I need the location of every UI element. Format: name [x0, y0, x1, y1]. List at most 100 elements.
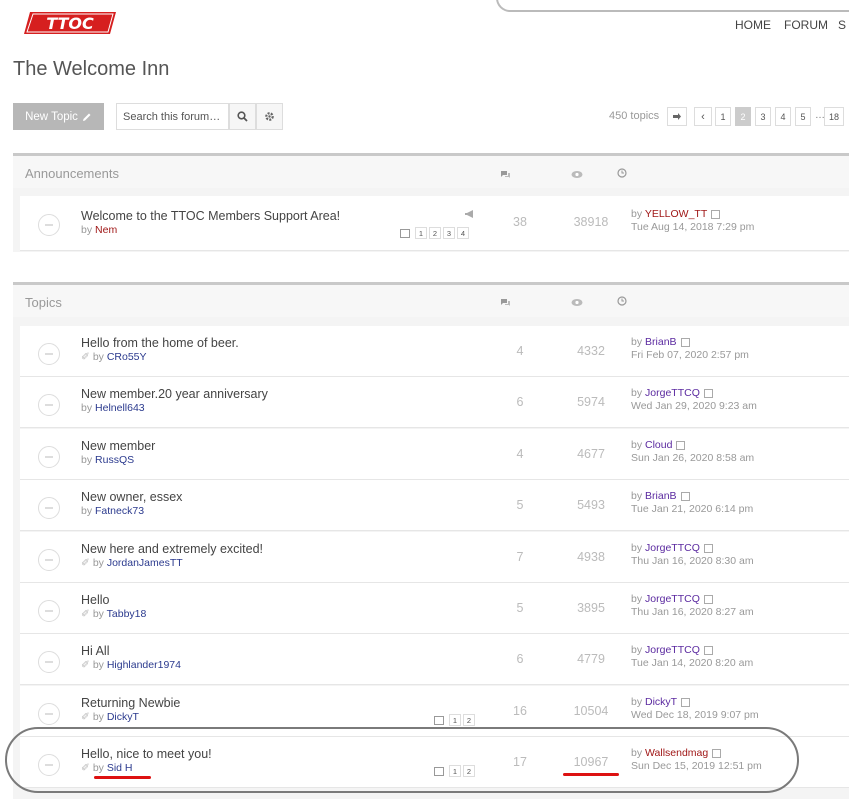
highlight-annotation — [5, 727, 799, 793]
goto-last-post-icon[interactable] — [676, 440, 686, 450]
topic-title-link[interactable]: Welcome to the TTOC Members Support Area… — [81, 209, 340, 223]
megaphone-icon — [465, 210, 473, 218]
replies-icon — [501, 299, 510, 306]
mini-page-link[interactable]: 2 — [463, 714, 475, 726]
replies-icon — [501, 171, 510, 178]
topic-read-icon — [38, 394, 60, 416]
last-post-info: by JorgeTTCQ Tue Jan 14, 2020 8:20 am — [631, 644, 753, 670]
topic-byline: ✐ by DickyT — [81, 711, 139, 723]
topic-author-link[interactable]: JordanJamesTT — [107, 557, 183, 569]
topic-mini-pagination: 12 — [434, 714, 475, 726]
mini-page-link[interactable]: 3 — [443, 227, 455, 239]
page-link[interactable]: 4 — [775, 107, 791, 126]
jump-to-page-button[interactable] — [667, 107, 687, 126]
goto-last-post-icon[interactable] — [680, 491, 690, 501]
mini-page-link[interactable]: 1 — [415, 227, 427, 239]
goto-last-post-icon[interactable] — [703, 645, 713, 655]
goto-last-post-icon[interactable] — [711, 209, 721, 219]
last-post-author-link[interactable]: JorgeTTCQ — [645, 387, 700, 399]
by-label: by — [92, 711, 104, 723]
pages-icon — [400, 228, 410, 238]
underline-annotation — [94, 776, 151, 779]
topic-title-link[interactable]: New here and extremely excited! — [81, 542, 263, 556]
by-label: by — [92, 608, 104, 620]
mini-page-link[interactable]: 2 — [429, 227, 441, 239]
topic-author-link[interactable]: Tabby18 — [107, 608, 147, 620]
goto-last-post-icon[interactable] — [703, 594, 713, 604]
topic-read-icon — [38, 600, 60, 622]
arrow-right-icon — [673, 113, 681, 120]
new-topic-button[interactable]: New Topic — [13, 103, 104, 130]
new-topic-label: New Topic — [25, 110, 78, 123]
topic-author-link[interactable]: Fatneck73 — [95, 505, 144, 517]
search-input[interactable] — [116, 103, 229, 130]
topic-author-link[interactable]: Helnell643 — [95, 402, 145, 414]
last-post-author-link[interactable]: DickyT — [645, 696, 677, 708]
topic-title-link[interactable]: Hello from the home of beer. — [81, 336, 239, 350]
nav-forum[interactable]: FORUM — [784, 18, 828, 32]
by-label: by — [81, 505, 93, 517]
views-count: 4332 — [577, 344, 605, 358]
topic-title-link[interactable]: Hi All — [81, 644, 109, 658]
replies-count: 5 — [516, 498, 524, 512]
views-count: 38918 — [573, 215, 609, 229]
clock-icon — [617, 296, 627, 306]
page-current[interactable]: 2 — [735, 107, 751, 126]
nav-home[interactable]: HOME — [735, 18, 771, 32]
topic-title-link[interactable]: Returning Newbie — [81, 696, 180, 710]
goto-last-post-icon[interactable] — [703, 543, 713, 553]
last-post-author-link[interactable]: BrianB — [645, 336, 677, 348]
by-label: by — [631, 644, 643, 656]
last-post-author-link[interactable]: JorgeTTCQ — [645, 542, 700, 554]
mini-page-link[interactable]: 1 — [449, 714, 461, 726]
site-logo[interactable]: TTOC — [24, 12, 116, 34]
replies-count: 4 — [516, 344, 524, 358]
topic-title-link[interactable]: Hello — [81, 593, 110, 607]
last-post-author-link[interactable]: JorgeTTCQ — [645, 644, 700, 656]
topic-byline: ✐ by JordanJamesTT — [81, 557, 183, 569]
topic-author-link[interactable]: Nem — [95, 224, 117, 236]
replies-count: 38 — [513, 215, 527, 229]
views-count: 10504 — [573, 704, 609, 718]
by-label: by — [631, 336, 643, 348]
by-label: by — [631, 439, 643, 451]
last-post-author-link[interactable]: JorgeTTCQ — [645, 593, 700, 605]
search-button[interactable] — [229, 103, 256, 130]
last-post-author-link[interactable]: Cloud — [645, 439, 672, 451]
topic-title-link[interactable]: New member — [81, 439, 155, 453]
topics-header — [13, 285, 849, 317]
goto-last-post-icon[interactable] — [703, 388, 713, 398]
last-post-author-link[interactable]: YELLOW_TT — [645, 208, 707, 220]
by-label: by — [81, 402, 93, 414]
by-label: by — [631, 696, 643, 708]
page-link[interactable]: 3 — [755, 107, 771, 126]
topic-title-link[interactable]: New member.20 year anniversary — [81, 387, 268, 401]
goto-last-post-icon[interactable] — [680, 337, 690, 347]
last-post-time: Tue Aug 14, 2018 7:29 pm — [631, 221, 755, 233]
ttoc-logo-icon: TTOC — [24, 12, 116, 34]
prev-page-button[interactable]: ‹ — [694, 107, 712, 126]
advanced-search-button[interactable] — [256, 103, 283, 130]
page-link[interactable]: 1 — [715, 107, 731, 126]
last-post-time: Wed Dec 18, 2019 9:07 pm — [631, 709, 759, 721]
topic-read-icon — [38, 549, 60, 571]
last-post-author-link[interactable]: BrianB — [645, 490, 677, 502]
topic-author-link[interactable]: RussQS — [95, 454, 134, 466]
mini-page-link[interactable]: 4 — [457, 227, 469, 239]
by-label: by — [81, 454, 93, 466]
topic-author-link[interactable]: Highlander1974 — [107, 659, 181, 671]
replies-count: 6 — [516, 652, 524, 666]
topic-title-link[interactable]: New owner, essex — [81, 490, 182, 504]
by-label: by — [631, 490, 643, 502]
replies-count: 4 — [516, 447, 524, 461]
page-link[interactable]: 18 — [824, 107, 844, 126]
topic-author-link[interactable]: CRo55Y — [107, 351, 147, 363]
nav-more[interactable]: S — [838, 18, 846, 32]
topic-author-link[interactable]: DickyT — [107, 711, 139, 723]
topic-read-icon — [38, 497, 60, 519]
goto-last-post-icon[interactable] — [681, 697, 691, 707]
page-link[interactable]: 5 — [795, 107, 811, 126]
paperclip-icon: ✐ — [81, 557, 90, 569]
clock-icon — [617, 168, 627, 178]
chevron-left-icon: ‹ — [701, 110, 705, 123]
